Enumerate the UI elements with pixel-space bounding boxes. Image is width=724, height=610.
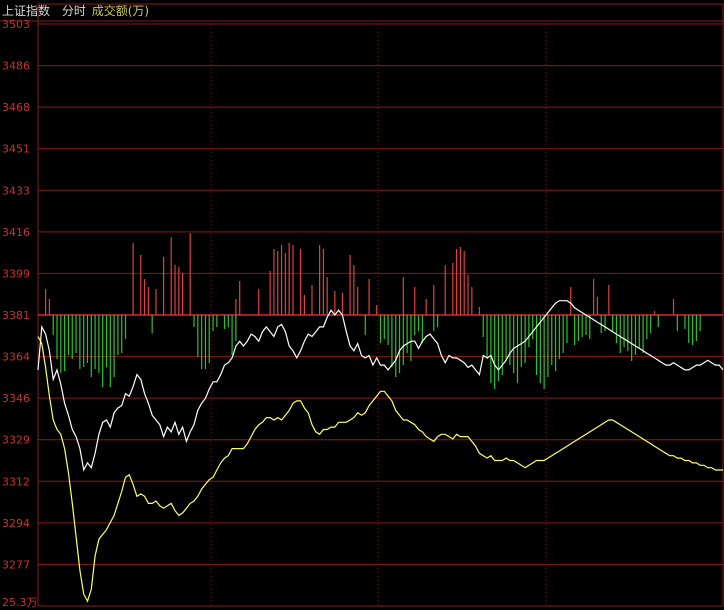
- y-tick-label: 3486: [2, 60, 30, 73]
- grid-lines: [0, 3, 724, 607]
- y-tick-label: 3451: [2, 143, 30, 156]
- y-tick-label: 3364: [2, 351, 30, 364]
- y-tick-label: 25.3万: [2, 596, 38, 609]
- y-axis-labels: 3503 3486 3468 3451 3433 3416 3399 3381 3364 3346…: [2, 18, 38, 609]
- y-tick-label: 3329: [2, 434, 30, 447]
- y-tick-label: 3277: [2, 558, 30, 571]
- y-tick-label: 3433: [2, 184, 30, 197]
- y-tick-label: 3399: [2, 267, 30, 280]
- y-tick-label: 3416: [2, 226, 30, 239]
- y-tick-label: 3346: [2, 392, 30, 405]
- average-price-line: [37, 336, 723, 603]
- y-tick-label: 3381: [2, 309, 30, 322]
- y-tick-label: 3468: [2, 101, 30, 114]
- y-tick-label: 3294: [2, 517, 30, 530]
- intraday-chart[interactable]: 3503 3486 3468 3451 3433 3416 3399 3381 3364 3346…: [0, 0, 724, 610]
- y-tick-label: 3312: [2, 475, 30, 488]
- y-tick-label: 3503: [2, 18, 30, 31]
